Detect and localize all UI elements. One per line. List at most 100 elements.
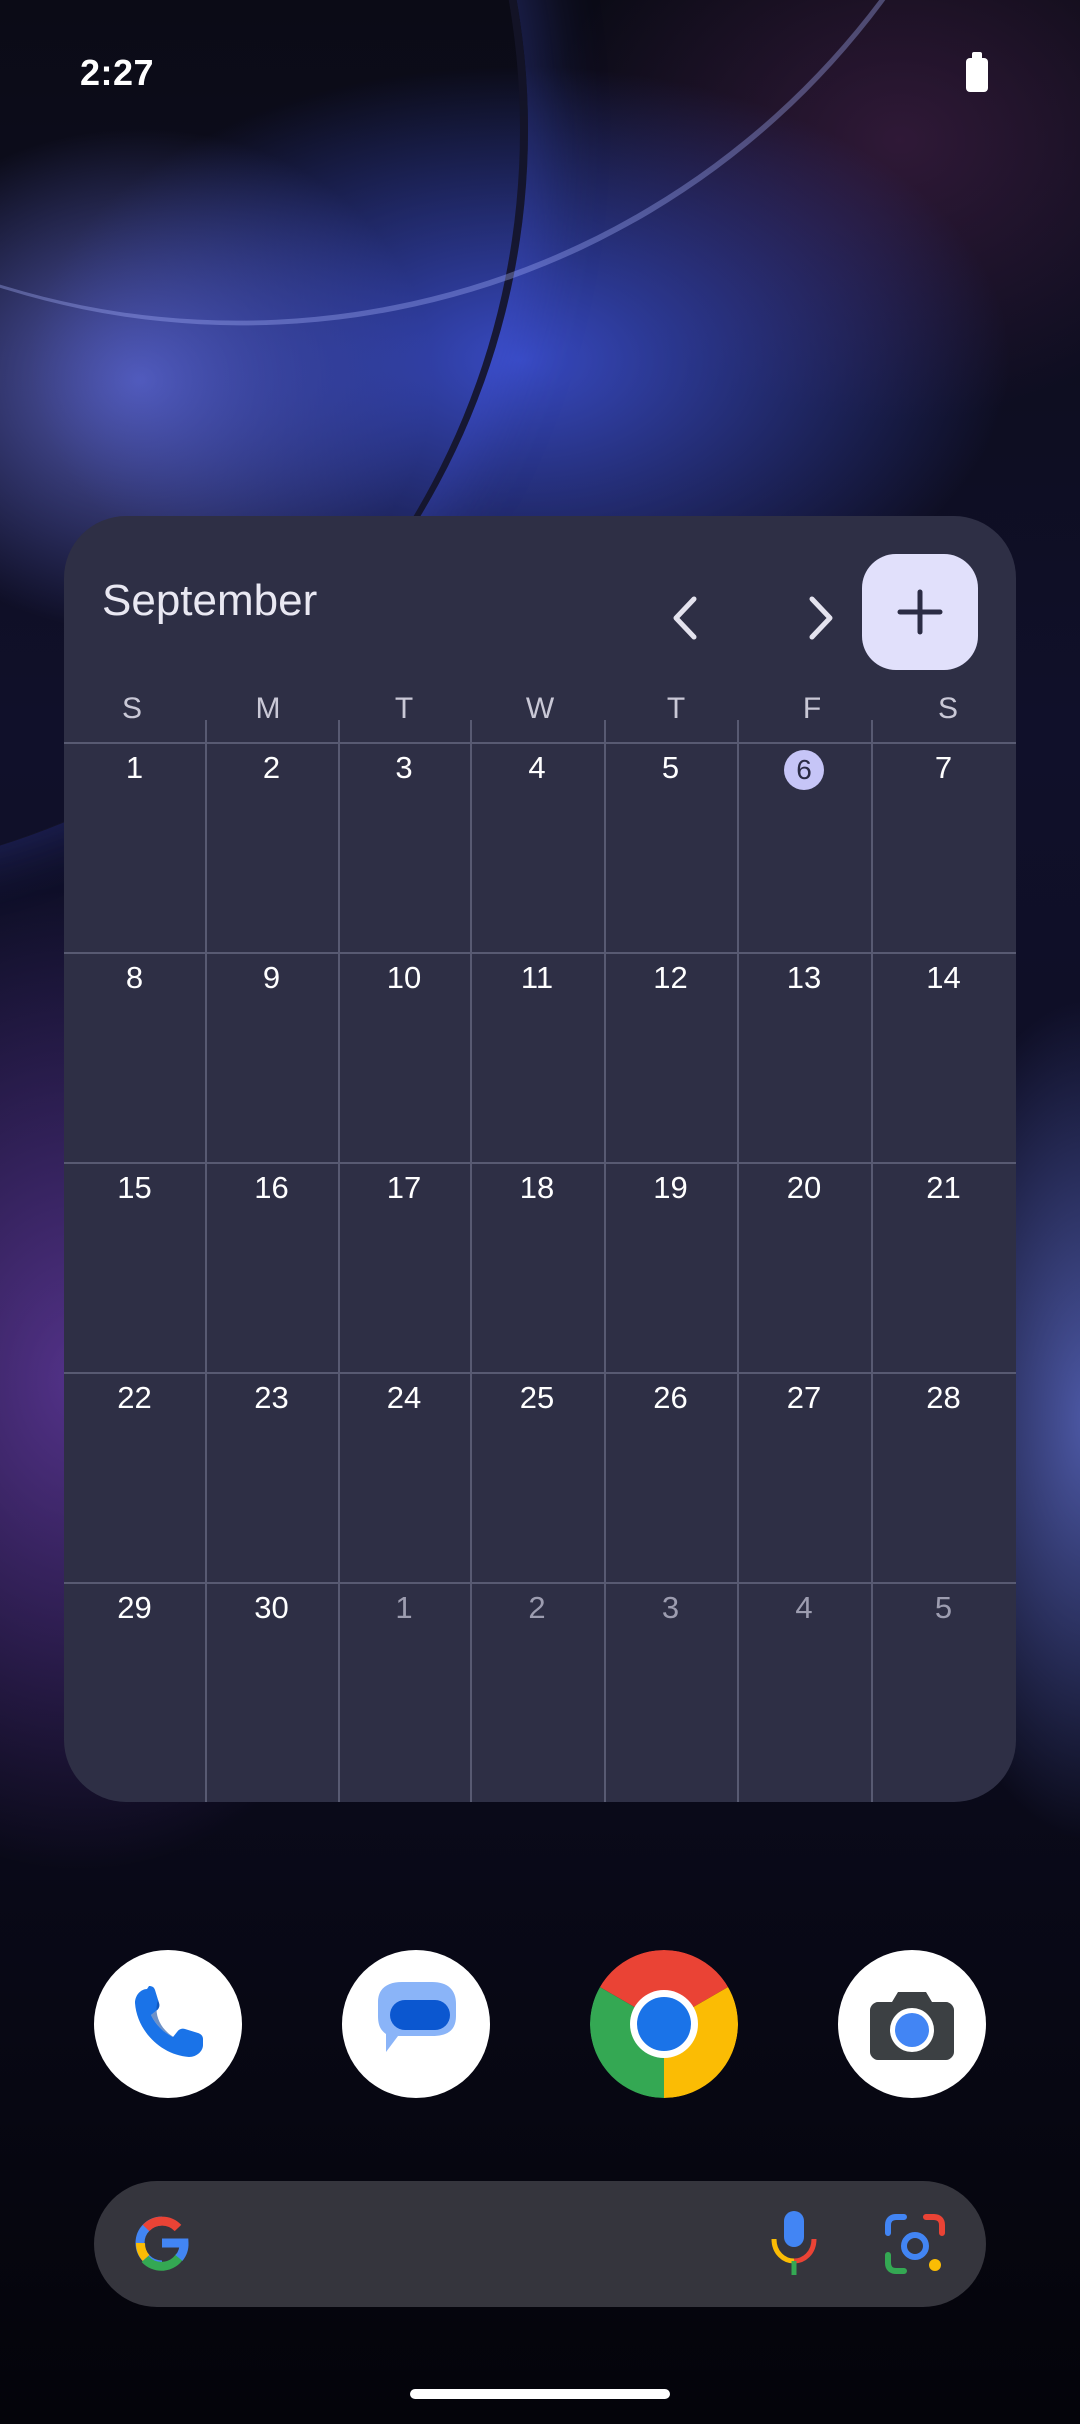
day-number: 28 (926, 1380, 961, 1415)
gesture-nav-handle[interactable] (410, 2389, 670, 2399)
day-number: 30 (254, 1590, 289, 1625)
calendar-day-cell[interactable]: 16 (205, 1170, 338, 1372)
day-number: 17 (386, 1170, 422, 1205)
dock-app-messages[interactable] (342, 1950, 490, 2098)
add-event-button[interactable] (862, 554, 978, 670)
calendar-day-cell[interactable]: 6 (737, 750, 871, 952)
calendar-day-cell[interactable]: 2 (470, 1590, 604, 1792)
calendar-day-cell[interactable]: 21 (871, 1170, 1016, 1372)
dock-app-camera[interactable] (838, 1950, 986, 2098)
calendar-day-cell[interactable]: 27 (737, 1380, 871, 1582)
day-number: 10 (386, 960, 422, 995)
day-number: 21 (926, 1170, 961, 1205)
calendar-day-cell[interactable]: 14 (871, 960, 1016, 1162)
calendar-day-cell[interactable]: 5 (604, 750, 737, 952)
day-number: 22 (117, 1380, 152, 1415)
day-number: 5 (934, 1590, 953, 1625)
calendar-day-cell[interactable]: 3 (338, 750, 470, 952)
calendar-day-cell[interactable]: 2 (205, 750, 338, 952)
calendar-day-cell[interactable]: 5 (871, 1590, 1016, 1792)
calendar-day-cell[interactable]: 25 (470, 1380, 604, 1582)
day-number: 2 (528, 1590, 546, 1625)
day-number: 29 (117, 1590, 152, 1625)
calendar-day-cell[interactable]: 3 (604, 1590, 737, 1792)
weekday-label: W (525, 692, 555, 725)
day-number: 25 (519, 1380, 555, 1415)
day-number: 13 (786, 960, 822, 995)
battery-full-icon (966, 52, 988, 92)
dock-app-phone[interactable] (94, 1950, 242, 2098)
calendar-day-cell[interactable]: 7 (871, 750, 1016, 952)
calendar-day-cell[interactable]: 13 (737, 960, 871, 1162)
previous-month-button[interactable] (644, 578, 724, 658)
calendar-day-cell[interactable]: 22 (64, 1380, 205, 1582)
calendar-day-cell[interactable]: 4 (737, 1590, 871, 1792)
calendar-day-cell[interactable]: 26 (604, 1380, 737, 1582)
day-number: 20 (786, 1170, 822, 1205)
calendar-day-cell[interactable]: 19 (604, 1170, 737, 1372)
plus-icon (897, 589, 943, 635)
calendar-widget[interactable]: September S M T W T F S 1 2 3 4 5 6 7 8 9 10 11 12 1… (64, 516, 1016, 1802)
calendar-day-cell[interactable]: 29 (64, 1590, 205, 1792)
weekday-label: T (394, 692, 414, 725)
calendar-day-cell[interactable]: 15 (64, 1170, 205, 1372)
status-time: 2:27 (80, 52, 155, 93)
dock-app-chrome[interactable] (590, 1950, 738, 2098)
calendar-day-cell[interactable]: 11 (470, 960, 604, 1162)
calendar-day-cell[interactable]: 1 (338, 1590, 470, 1792)
google-g-icon (135, 2216, 189, 2271)
calendar-day-cell[interactable]: 18 (470, 1170, 604, 1372)
calendar-day-cell[interactable]: 1 (64, 750, 205, 952)
calendar-day-cell[interactable]: 28 (871, 1380, 1016, 1582)
calendar-day-cell[interactable]: 10 (338, 960, 470, 1162)
camera-icon (870, 1992, 954, 2060)
today-indicator: 6 (784, 750, 824, 790)
weekday-label: T (666, 692, 686, 725)
day-number: 12 (653, 960, 688, 995)
day-number: 14 (926, 960, 961, 995)
chevron-right-icon (809, 596, 833, 640)
day-number: 24 (386, 1380, 422, 1415)
chrome-icon (590, 1950, 738, 2098)
calendar-day-cell[interactable]: 17 (338, 1170, 470, 1372)
calendar-grid: 1 2 3 4 5 6 7 8 9 10 11 12 13 14 15 16 17 18 19 20 21 22 23 24 2… (64, 720, 1016, 1802)
mic-icon[interactable] (766, 2209, 822, 2279)
day-number: 26 (653, 1380, 688, 1415)
google-search-bar[interactable] (94, 2181, 986, 2307)
lens-icon[interactable] (882, 2211, 948, 2277)
calendar-day-cell[interactable]: 9 (205, 960, 338, 1162)
weekday-label: S (937, 692, 958, 725)
day-number: 27 (786, 1380, 822, 1415)
calendar-day-cell[interactable]: 8 (64, 960, 205, 1162)
calendar-day-cell[interactable]: 20 (737, 1170, 871, 1372)
calendar-day-cell[interactable]: 23 (205, 1380, 338, 1582)
weekday-label: F (802, 692, 822, 725)
day-number: 19 (653, 1170, 688, 1205)
month-title[interactable]: September (102, 576, 317, 626)
day-number: 1 (125, 750, 144, 785)
day-number: 5 (661, 750, 680, 785)
next-month-button[interactable] (782, 578, 862, 658)
day-number: 4 (528, 750, 546, 785)
day-number: 15 (117, 1170, 152, 1205)
day-number: 4 (795, 1590, 813, 1625)
day-number: 3 (661, 1590, 680, 1625)
day-number: 23 (254, 1380, 289, 1415)
weekday-label: M (255, 692, 281, 725)
day-number: 2 (262, 750, 281, 785)
phone-icon (135, 1986, 203, 2057)
calendar-day-cell[interactable]: 24 (338, 1380, 470, 1582)
calendar-day-cell[interactable]: 12 (604, 960, 737, 1162)
day-number: 3 (395, 750, 413, 785)
weekday-label: S (121, 692, 142, 725)
day-number: 16 (254, 1170, 289, 1205)
calendar-day-cell[interactable]: 30 (205, 1590, 338, 1792)
day-number: 7 (934, 750, 953, 785)
day-number: 18 (519, 1170, 555, 1205)
day-number: 11 (520, 960, 554, 995)
day-number: 8 (125, 960, 144, 995)
calendar-day-cell[interactable]: 4 (470, 750, 604, 952)
messages-icon (378, 1982, 456, 2052)
day-number: 9 (262, 960, 281, 995)
day-number: 1 (395, 1590, 413, 1625)
